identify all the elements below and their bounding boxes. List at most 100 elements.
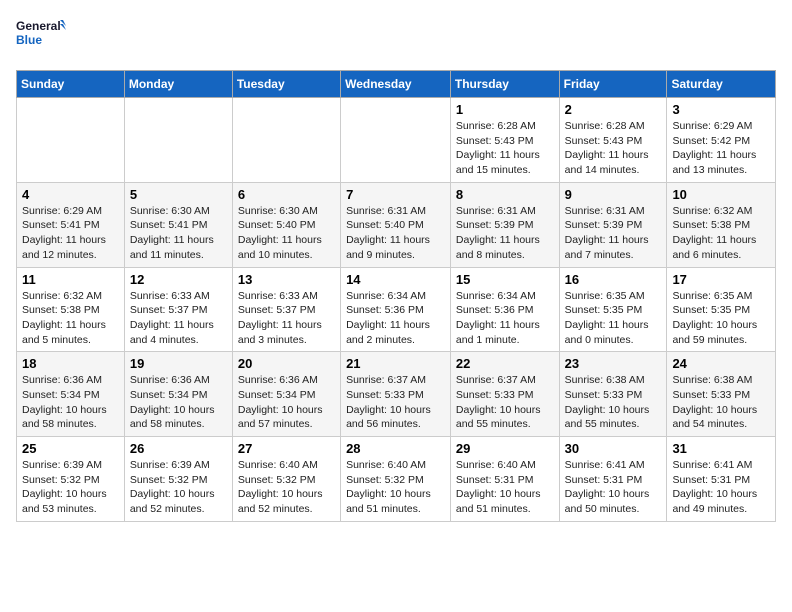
day-info: Sunrise: 6:36 AM Sunset: 5:34 PM Dayligh… (130, 373, 227, 432)
calendar-cell: 20Sunrise: 6:36 AM Sunset: 5:34 PM Dayli… (232, 352, 340, 437)
calendar-cell: 21 Sunrise: 6:37 AM Sunset: 5:33 PM Dayli… (341, 352, 451, 437)
week-row-1: 1 Sunrise: 6:28 AM Sunset: 5:43 PM Daylig… (17, 98, 776, 183)
day-info: Sunrise: 6:28 AM Sunset: 5:43 PM Dayligh… (456, 119, 554, 178)
calendar-cell: 3 Sunrise: 6:29 AM Sunset: 5:42 PM Daylig… (667, 98, 776, 183)
calendar-cell: 19 Sunrise: 6:36 AM Sunset: 5:34 PM Dayli… (124, 352, 232, 437)
day-number: 16 (565, 272, 662, 287)
day-info: Sunrise: 6:32 AM Sunset: 5:38 PM Dayligh… (22, 289, 119, 348)
day-number: 30 (565, 441, 662, 456)
calendar-cell: 6 Sunrise: 6:30 AM Sunset: 5:40 PM Daylig… (232, 182, 340, 267)
day-number: 27 (238, 441, 335, 456)
calendar-cell (17, 98, 125, 183)
calendar-cell: 29Sunrise: 6:40 AM Sunset: 5:31 PM Dayli… (450, 437, 559, 522)
calendar-cell: 2 Sunrise: 6:28 AM Sunset: 5:43 PM Daylig… (559, 98, 667, 183)
day-header-monday: Monday (124, 71, 232, 98)
logo-svg: General Blue (16, 16, 66, 58)
day-info: Sunrise: 6:29 AM Sunset: 5:41 PM Dayligh… (22, 204, 119, 263)
day-info: Sunrise: 6:30 AM Sunset: 5:41 PM Dayligh… (130, 204, 227, 263)
day-info: Sunrise: 6:38 AM Sunset: 5:33 PM Dayligh… (672, 373, 770, 432)
day-number: 28 (346, 441, 445, 456)
day-info: Sunrise: 6:35 AM Sunset: 5:35 PM Dayligh… (672, 289, 770, 348)
day-number: 29 (456, 441, 554, 456)
day-info: Sunrise: 6:32 AM Sunset: 5:38 PM Dayligh… (672, 204, 770, 263)
day-number: 24 (672, 356, 770, 371)
calendar-cell: 9 Sunrise: 6:31 AM Sunset: 5:39 PM Daylig… (559, 182, 667, 267)
day-number: 4 (22, 187, 119, 202)
calendar-cell: 18Sunrise: 6:36 AM Sunset: 5:34 PM Dayli… (17, 352, 125, 437)
day-header-saturday: Saturday (667, 71, 776, 98)
day-number: 7 (346, 187, 445, 202)
day-info: Sunrise: 6:29 AM Sunset: 5:42 PM Dayligh… (672, 119, 770, 178)
day-info: Sunrise: 6:40 AM Sunset: 5:32 PM Dayligh… (346, 458, 445, 517)
week-row-4: 18Sunrise: 6:36 AM Sunset: 5:34 PM Dayli… (17, 352, 776, 437)
day-number: 26 (130, 441, 227, 456)
calendar-cell: 17 Sunrise: 6:35 AM Sunset: 5:35 PM Dayli… (667, 267, 776, 352)
day-number: 19 (130, 356, 227, 371)
svg-text:Blue: Blue (16, 33, 42, 47)
calendar-cell: 25 Sunrise: 6:39 AM Sunset: 5:32 PM Dayli… (17, 437, 125, 522)
calendar-cell: 28 Sunrise: 6:40 AM Sunset: 5:32 PM Dayli… (341, 437, 451, 522)
day-info: Sunrise: 6:40 AM Sunset: 5:32 PM Dayligh… (238, 458, 335, 517)
day-number: 1 (456, 102, 554, 117)
day-info: Sunrise: 6:31 AM Sunset: 5:39 PM Dayligh… (565, 204, 662, 263)
day-number: 17 (672, 272, 770, 287)
day-number: 6 (238, 187, 335, 202)
svg-text:General: General (16, 19, 61, 33)
calendar-cell: 4 Sunrise: 6:29 AM Sunset: 5:41 PM Daylig… (17, 182, 125, 267)
day-number: 22 (456, 356, 554, 371)
day-number: 25 (22, 441, 119, 456)
day-number: 11 (22, 272, 119, 287)
day-number: 9 (565, 187, 662, 202)
day-number: 12 (130, 272, 227, 287)
calendar-cell: 26Sunrise: 6:39 AM Sunset: 5:32 PM Dayli… (124, 437, 232, 522)
week-row-3: 11 Sunrise: 6:32 AM Sunset: 5:38 PM Dayli… (17, 267, 776, 352)
day-info: Sunrise: 6:33 AM Sunset: 5:37 PM Dayligh… (130, 289, 227, 348)
day-number: 21 (346, 356, 445, 371)
calendar-cell: 13 Sunrise: 6:33 AM Sunset: 5:37 PM Dayli… (232, 267, 340, 352)
day-info: Sunrise: 6:37 AM Sunset: 5:33 PM Dayligh… (346, 373, 445, 432)
calendar-cell: 12 Sunrise: 6:33 AM Sunset: 5:37 PM Dayli… (124, 267, 232, 352)
day-number: 23 (565, 356, 662, 371)
day-number: 8 (456, 187, 554, 202)
calendar-cell: 14 Sunrise: 6:34 AM Sunset: 5:36 PM Dayli… (341, 267, 451, 352)
day-info: Sunrise: 6:34 AM Sunset: 5:36 PM Dayligh… (346, 289, 445, 348)
calendar-cell: 22Sunrise: 6:37 AM Sunset: 5:33 PM Dayli… (450, 352, 559, 437)
calendar-cell (124, 98, 232, 183)
calendar-cell (341, 98, 451, 183)
day-number: 3 (672, 102, 770, 117)
day-header-sunday: Sunday (17, 71, 125, 98)
day-number: 20 (238, 356, 335, 371)
week-row-2: 4 Sunrise: 6:29 AM Sunset: 5:41 PM Daylig… (17, 182, 776, 267)
logo: General Blue (16, 16, 66, 58)
calendar-cell: 30 Sunrise: 6:41 AM Sunset: 5:31 PM Dayli… (559, 437, 667, 522)
week-row-5: 25 Sunrise: 6:39 AM Sunset: 5:32 PM Dayli… (17, 437, 776, 522)
day-info: Sunrise: 6:28 AM Sunset: 5:43 PM Dayligh… (565, 119, 662, 178)
day-number: 13 (238, 272, 335, 287)
day-info: Sunrise: 6:30 AM Sunset: 5:40 PM Dayligh… (238, 204, 335, 263)
calendar-cell: 27 Sunrise: 6:40 AM Sunset: 5:32 PM Dayli… (232, 437, 340, 522)
day-info: Sunrise: 6:31 AM Sunset: 5:39 PM Dayligh… (456, 204, 554, 263)
day-info: Sunrise: 6:31 AM Sunset: 5:40 PM Dayligh… (346, 204, 445, 263)
calendar-cell: 1 Sunrise: 6:28 AM Sunset: 5:43 PM Daylig… (450, 98, 559, 183)
day-info: Sunrise: 6:36 AM Sunset: 5:34 PM Dayligh… (22, 373, 119, 432)
day-info: Sunrise: 6:35 AM Sunset: 5:35 PM Dayligh… (565, 289, 662, 348)
day-number: 15 (456, 272, 554, 287)
day-header-tuesday: Tuesday (232, 71, 340, 98)
calendar-cell: 5Sunrise: 6:30 AM Sunset: 5:41 PM Daylig… (124, 182, 232, 267)
calendar-cell: 16 Sunrise: 6:35 AM Sunset: 5:35 PM Dayli… (559, 267, 667, 352)
calendar-cell: 24 Sunrise: 6:38 AM Sunset: 5:33 PM Dayli… (667, 352, 776, 437)
day-info: Sunrise: 6:41 AM Sunset: 5:31 PM Dayligh… (565, 458, 662, 517)
day-number: 10 (672, 187, 770, 202)
calendar-cell: 8 Sunrise: 6:31 AM Sunset: 5:39 PM Daylig… (450, 182, 559, 267)
day-header-wednesday: Wednesday (341, 71, 451, 98)
day-info: Sunrise: 6:39 AM Sunset: 5:32 PM Dayligh… (22, 458, 119, 517)
day-info: Sunrise: 6:33 AM Sunset: 5:37 PM Dayligh… (238, 289, 335, 348)
day-number: 2 (565, 102, 662, 117)
calendar-cell (232, 98, 340, 183)
day-info: Sunrise: 6:41 AM Sunset: 5:31 PM Dayligh… (672, 458, 770, 517)
day-number: 14 (346, 272, 445, 287)
days-header-row: SundayMondayTuesdayWednesdayThursdayFrid… (17, 71, 776, 98)
calendar-cell: 23Sunrise: 6:38 AM Sunset: 5:33 PM Dayli… (559, 352, 667, 437)
calendar-cell: 11 Sunrise: 6:32 AM Sunset: 5:38 PM Dayli… (17, 267, 125, 352)
calendar-cell: 31Sunrise: 6:41 AM Sunset: 5:31 PM Dayli… (667, 437, 776, 522)
